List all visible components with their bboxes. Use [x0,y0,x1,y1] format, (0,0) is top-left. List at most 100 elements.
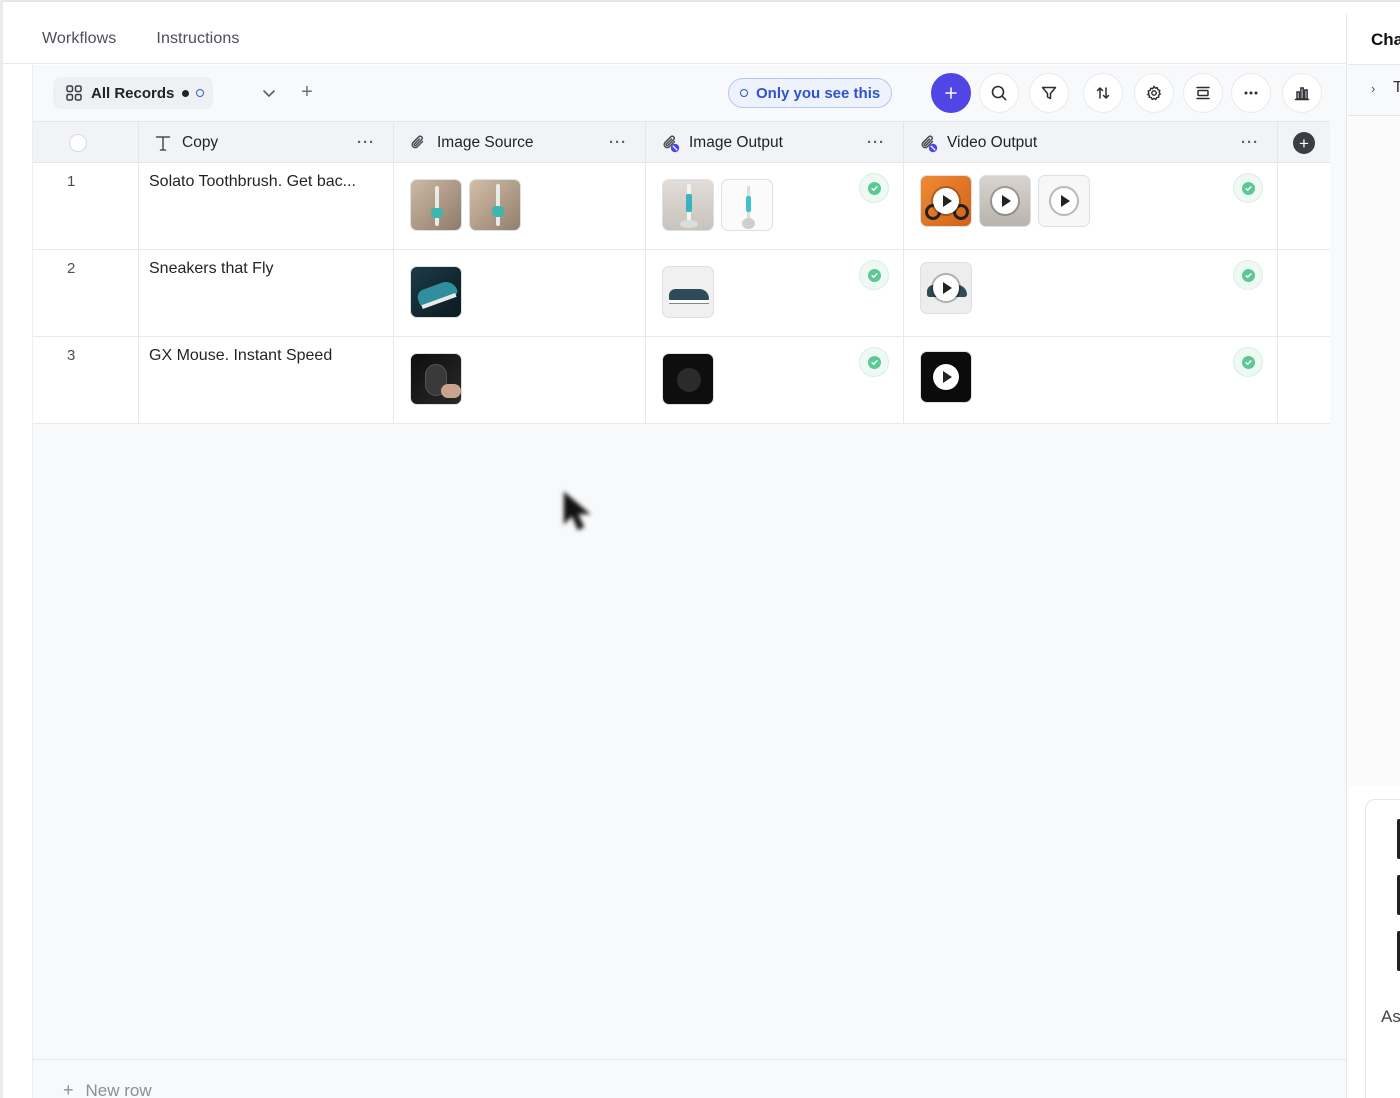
status-complete [859,173,889,203]
empty-cell [1278,163,1330,249]
add-view-button[interactable]: + [298,81,316,104]
attachment-icon [411,135,424,149]
chevron-down-icon[interactable] [259,83,279,103]
toothbrush-thumbnail[interactable] [410,179,462,231]
column-label: Video Output [947,134,1038,151]
video-output-cell[interactable] [904,163,1278,249]
play-icon [1051,188,1077,214]
image-source-cell[interactable] [394,337,646,423]
add-column-button[interactable]: + [1293,132,1315,154]
sneakers-thumbnail[interactable] [410,266,462,318]
tab-instructions[interactable]: Instructions [156,30,239,48]
plus-icon: + [63,1080,74,1098]
filter-button[interactable] [1029,73,1069,113]
mouse-output-thumbnail[interactable] [662,353,714,405]
image-source-cell[interactable] [394,163,646,249]
column-header-image-output[interactable]: Image Output ··· [646,122,904,164]
left-edge [0,0,3,1098]
new-row-button[interactable]: + New row [63,1080,152,1098]
visibility-label: Only you see this [756,84,881,102]
ai-attachment-icon [663,135,680,153]
empty-cell [1278,250,1330,336]
add-record-button[interactable] [931,73,971,113]
visibility-badge[interactable]: Only you see this [728,78,893,108]
check-icon [870,359,878,365]
tab-workflows[interactable]: Workflows [42,30,116,48]
play-icon [933,364,959,390]
unsaved-dot [182,89,190,97]
video-output-cell[interactable] [904,250,1278,336]
sneakers-output-thumbnail[interactable] [662,266,714,318]
chat-panel: Cha › T As [1346,14,1400,1098]
select-all-checkbox[interactable] [69,134,87,152]
row-number: 1 [67,173,76,190]
select-all-cell [33,122,139,164]
mouse-thumbnail[interactable] [410,353,462,405]
column-menu-button[interactable]: ··· [357,134,375,151]
column-header-copy[interactable]: Copy ··· [139,122,394,164]
mouse-video-thumbnail[interactable] [920,351,972,403]
footer-divider [33,1059,1347,1060]
toothbrush-video-thumbnail[interactable] [979,175,1031,227]
column-header-image-source[interactable]: Image Source ··· [394,122,646,164]
table-row[interactable]: 3 GX Mouse. Instant Speed [33,337,1330,424]
status-complete [1233,260,1263,290]
ring-icon [740,89,748,97]
table-row[interactable]: 1 Solato Toothbrush. Get bac... [33,163,1330,250]
empty-cell [1278,337,1330,423]
sort-icon [1096,87,1110,99]
copy-cell[interactable]: Sneakers that Fly [139,250,394,336]
status-complete [1233,347,1263,377]
toothbrush-output-thumbnail[interactable] [721,179,773,231]
grid-view-icon [66,85,82,101]
search-button[interactable] [979,73,1019,113]
row-number-cell: 2 [33,250,139,336]
play-icon [933,275,959,301]
check-icon [1244,359,1252,365]
row-number: 3 [67,347,76,364]
status-complete [859,260,889,290]
chevron-right-icon[interactable]: › [1371,81,1375,96]
sort-button[interactable] [1083,73,1123,113]
toolbar: All Records + Only you see this [33,65,1347,121]
filter-icon [1041,86,1057,100]
ai-attachment-icon [921,135,938,153]
settings-icon [1146,85,1162,101]
video-output-cell[interactable] [904,337,1278,423]
records-view: All Records + Only you see this Copy ···… [32,65,1347,1098]
new-row-label: New row [85,1080,152,1098]
toothbrush-thumbnail[interactable] [469,179,521,231]
copy-cell[interactable]: GX Mouse. Instant Speed [139,337,394,423]
plus-icon [945,87,957,99]
table-row[interactable]: 2 Sneakers that Fly [33,250,1330,337]
toothbrush-video-thumbnail[interactable] [1038,175,1090,227]
view-selector[interactable]: All Records [53,77,213,109]
toothbrush-output-thumbnail[interactable] [662,179,714,231]
image-output-cell[interactable] [646,163,904,249]
column-menu-button[interactable]: ··· [1241,134,1259,151]
row-number: 2 [67,260,76,277]
copy-cell[interactable]: Solato Toothbrush. Get bac... [139,163,394,249]
mouse-cursor-icon [563,490,592,531]
settings-button[interactable] [1134,73,1174,113]
image-output-cell[interactable] [646,250,904,336]
copy-text: Sneakers that Fly [149,260,274,277]
chat-message-card [1365,799,1400,1098]
column-menu-button[interactable]: ··· [609,134,627,151]
image-output-cell[interactable] [646,337,904,423]
table-header: Copy ··· Image Source ··· Image Output ·… [33,121,1330,164]
chat-panel-text: As [1381,1007,1400,1026]
more-button[interactable] [1231,73,1271,113]
image-source-cell[interactable] [394,250,646,336]
add-column-cell: + [1278,122,1330,164]
check-icon [870,272,878,278]
sneakers-video-thumbnail[interactable] [920,262,972,314]
column-label: Copy [182,134,219,151]
play-icon [933,188,959,214]
status-complete [1233,173,1263,203]
column-header-video-output[interactable]: Video Output ··· [904,122,1278,164]
row-height-button[interactable] [1183,73,1223,113]
column-menu-button[interactable]: ··· [867,134,885,151]
chart-button[interactable] [1282,73,1322,113]
motorbike-video-thumbnail[interactable] [920,175,972,227]
